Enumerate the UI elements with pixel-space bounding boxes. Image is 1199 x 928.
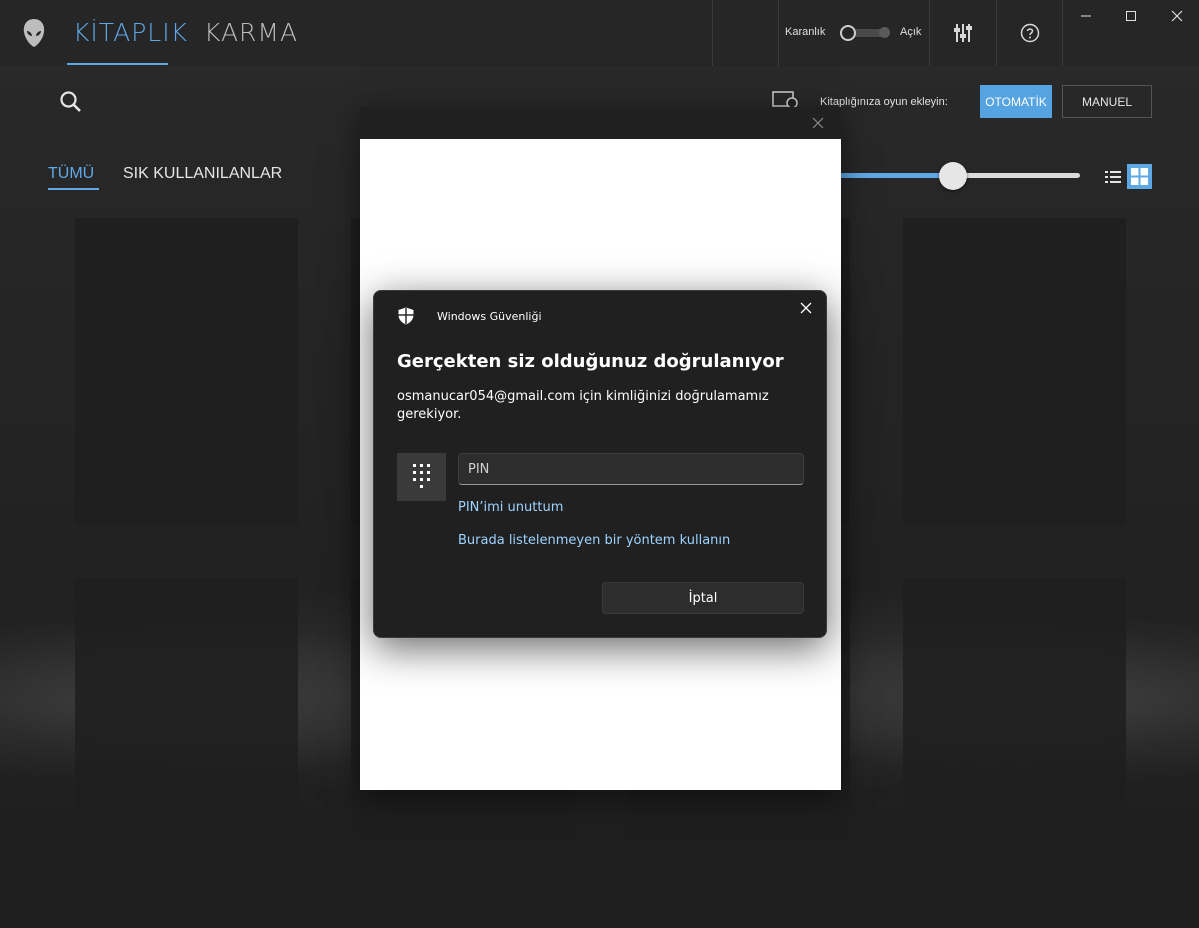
tab-active-indicator <box>67 63 168 65</box>
manual-add-button[interactable]: MANUEL <box>1062 85 1152 118</box>
dialog-title: Gerçekten siz olduğunuz doğrulanıyor <box>397 351 784 372</box>
divider <box>712 0 713 66</box>
help-icon[interactable] <box>1017 20 1043 46</box>
tile-size-slider[interactable] <box>836 160 1082 190</box>
theme-dark-label: Karanlık <box>785 26 826 38</box>
maximize-icon[interactable] <box>1121 6 1141 26</box>
theme-light-label: Açık <box>900 26 922 38</box>
other-method-link[interactable]: Burada listelenmeyen bir yöntem kullanın <box>458 533 730 548</box>
game-tile[interactable] <box>903 578 1126 885</box>
divider <box>1062 0 1063 66</box>
divider <box>929 0 930 66</box>
slider-track <box>953 173 1080 178</box>
dialog-app-name: Windows Güvenliği <box>437 310 542 323</box>
divider <box>778 0 779 66</box>
toggle-dot <box>879 27 890 38</box>
filter-favorites-tab[interactable]: SIK KULLANILANLAR <box>123 165 282 183</box>
filter-all-tab[interactable]: TÜMÜ <box>48 165 94 183</box>
theme-toggle[interactable] <box>840 25 890 41</box>
game-tile[interactable] <box>75 578 298 885</box>
grid-view-icon[interactable] <box>1127 164 1152 189</box>
list-view-icon[interactable] <box>1104 168 1122 186</box>
tab-library[interactable]: KİTAPLIK <box>73 18 188 47</box>
host-titlebar <box>360 107 841 139</box>
top-bar: KİTAPLIK KARMA Karanlık Açık <box>0 0 1199 66</box>
minimize-icon[interactable] <box>1076 6 1096 26</box>
dialog-description: osmanucar054@gmail.com için kimliğinizi … <box>397 389 769 422</box>
filter-active-indicator <box>48 188 99 190</box>
slider-thumb[interactable] <box>939 162 967 190</box>
shield-icon <box>398 307 414 325</box>
cancel-button[interactable]: İptal <box>602 582 804 614</box>
game-tile[interactable] <box>903 218 1126 525</box>
tab-karma[interactable]: KARMA <box>204 18 298 47</box>
close-icon[interactable] <box>810 115 826 131</box>
divider <box>996 0 997 66</box>
toggle-knob <box>840 25 856 41</box>
search-icon[interactable] <box>58 89 84 115</box>
settings-sliders-icon[interactable] <box>950 20 976 46</box>
pin-input[interactable] <box>458 453 804 485</box>
keypad-icon <box>397 453 446 501</box>
close-icon[interactable] <box>798 300 814 316</box>
forgot-pin-link[interactable]: PIN’imi unuttum <box>458 500 563 515</box>
close-icon[interactable] <box>1167 6 1187 26</box>
alien-logo-icon <box>23 19 45 47</box>
windows-security-dialog: Windows Güvenliği Gerçekten siz olduğunu… <box>373 290 827 638</box>
slider-fill <box>836 173 953 178</box>
game-tile[interactable] <box>75 218 298 525</box>
auto-add-button[interactable]: OTOMATİK <box>980 85 1052 118</box>
